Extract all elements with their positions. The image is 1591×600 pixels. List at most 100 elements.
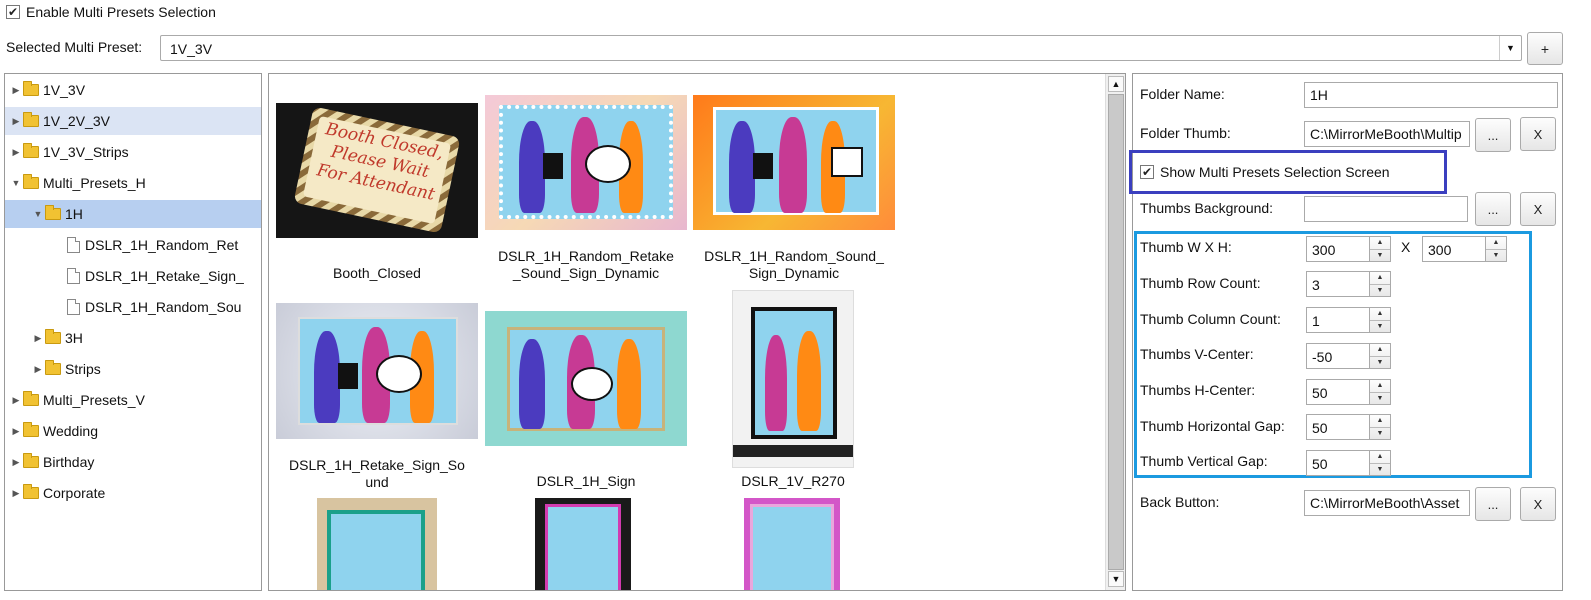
collapsed-arrow-icon[interactable]: ▶	[11, 457, 21, 468]
thumbnail-booth-closed[interactable]: Booth Closed, Please Wait For Attendant	[276, 103, 478, 238]
collapsed-arrow-icon[interactable]: ▶	[11, 147, 21, 158]
enable-multi-presets-label: Enable Multi Presets Selection	[26, 4, 216, 20]
expanded-arrow-icon[interactable]: ▼	[11, 178, 21, 188]
back-button-input[interactable]: C:\MirrorMeBooth\Asset	[1304, 490, 1470, 516]
folder-thumb-clear-button[interactable]: X	[1520, 117, 1556, 151]
thumbnail-retake-sign-sound[interactable]	[276, 303, 478, 439]
show-selection-row[interactable]: ✔ Show Multi Presets Selection Screen	[1140, 164, 1390, 180]
tree-file-item[interactable]: DSLR_1H_Random_Sou	[5, 293, 261, 321]
tree-file-item[interactable]: DSLR_1H_Retake_Sign_	[5, 262, 261, 290]
thumbnail-caption: DSLR_1H_Sign	[536, 473, 636, 489]
thumbs-background-input[interactable]	[1304, 196, 1468, 222]
thumbs-v-center-input[interactable]: -50	[1306, 343, 1370, 369]
expanded-arrow-icon[interactable]: ▼	[33, 209, 43, 219]
tree-folder-item[interactable]: ▶ Wedding	[5, 417, 261, 445]
tree-item-label: Multi_Presets_V	[43, 392, 145, 408]
scrollbar[interactable]: ▲ ▼	[1105, 74, 1125, 590]
tree-item-label: Birthday	[43, 454, 95, 470]
selected-preset-dropdown[interactable]: 1V_3V ▼	[160, 35, 1522, 61]
tree-folder-item[interactable]: ▶ 1V_3V	[5, 76, 261, 104]
tree-folder-item[interactable]: ▶ 3H	[5, 324, 261, 352]
folder-icon	[45, 360, 61, 375]
thumbnail-partial[interactable]	[317, 498, 437, 590]
selected-preset-value: 1V_3V	[170, 41, 213, 57]
folder-thumb-input[interactable]: C:\MirrorMeBooth\Multip	[1304, 121, 1470, 147]
tree-folder-item[interactable]: ▼ Multi_Presets_H	[5, 169, 261, 197]
add-preset-button[interactable]: +	[1527, 32, 1563, 65]
thumb-height-input[interactable]: 300	[1422, 236, 1486, 262]
collapsed-arrow-icon[interactable]: ▶	[11, 488, 21, 499]
collapsed-arrow-icon[interactable]: ▶	[33, 333, 43, 344]
tree-file-item[interactable]: DSLR_1H_Random_Ret	[5, 231, 261, 259]
thumb-column-count-label: Thumb Column Count:	[1140, 311, 1281, 327]
folder-name-input[interactable]: 1H	[1304, 82, 1558, 108]
thumbnail-random-sound[interactable]	[693, 95, 895, 230]
thumbnail-random-retake[interactable]	[485, 95, 687, 230]
show-selection-checkbox[interactable]: ✔	[1140, 165, 1154, 179]
times-label: X	[1401, 239, 1411, 255]
folder-name-label: Folder Name:	[1140, 86, 1225, 102]
preset-tree[interactable]: ▶ 1V_3V ▶ 1V_2V_3V ▶ 1V_3V_Strips ▼ Multi_Prese…	[4, 73, 262, 591]
tree-folder-item[interactable]: ▶ Strips	[5, 355, 261, 383]
folder-thumb-browse-button[interactable]: ...	[1475, 118, 1511, 152]
thumbnail-partial[interactable]	[744, 498, 840, 590]
tree-item-label: DSLR_1H_Random_Ret	[85, 237, 239, 253]
thumbs-background-label: Thumbs Background:	[1140, 200, 1274, 216]
collapsed-arrow-icon[interactable]: ▶	[11, 395, 21, 406]
tree-item-label: Wedding	[43, 423, 99, 439]
thumb-width-input[interactable]: 300	[1306, 236, 1370, 262]
thumbnail-1v-r270[interactable]	[732, 290, 854, 468]
tree-item-label: Strips	[65, 361, 101, 377]
back-button-clear-button[interactable]: X	[1520, 487, 1556, 521]
thumb-horizontal-gap-stepper[interactable]: ▲ ▼	[1369, 414, 1391, 440]
collapsed-arrow-icon[interactable]: ▶	[11, 85, 21, 96]
thumbs-background-clear-button[interactable]: X	[1520, 192, 1556, 226]
thumbs-v-center-stepper[interactable]: ▲ ▼	[1369, 343, 1391, 369]
collapsed-arrow-icon[interactable]: ▶	[11, 426, 21, 437]
thumb-column-count-stepper[interactable]: ▲ ▼	[1369, 307, 1391, 333]
thumbnail-caption: DSLR_1V_R270	[741, 473, 845, 489]
selected-preset-label: Selected Multi Preset:	[6, 39, 143, 55]
thumb-vertical-gap-input[interactable]: 50	[1306, 450, 1370, 476]
thumbs-h-center-input[interactable]: 50	[1306, 379, 1370, 405]
tree-folder-item[interactable]: ▶ 1V_2V_3V	[5, 107, 261, 135]
scroll-down-icon[interactable]: ▼	[1108, 571, 1124, 587]
collapsed-arrow-icon[interactable]: ▶	[11, 116, 21, 127]
tree-folder-item[interactable]: ▶ Birthday	[5, 448, 261, 476]
folder-icon	[23, 422, 39, 437]
tree-folder-item[interactable]: ▶ Multi_Presets_V	[5, 386, 261, 414]
tree-item-label: 1V_2V_3V	[43, 113, 110, 129]
folder-icon	[23, 112, 39, 127]
thumbnail-partial[interactable]	[535, 498, 631, 590]
file-icon	[67, 299, 80, 315]
tree-folder-item[interactable]: ▼ 1H	[5, 200, 261, 228]
tree-item-label: Multi_Presets_H	[43, 175, 146, 191]
thumb-wxh-label: Thumb W X H:	[1140, 239, 1232, 255]
collapsed-arrow-icon[interactable]: ▶	[33, 364, 43, 375]
thumb-height-stepper[interactable]: ▲ ▼	[1485, 236, 1507, 262]
scroll-up-icon[interactable]: ▲	[1108, 76, 1124, 92]
tree-item-label: DSLR_1H_Retake_Sign_	[85, 268, 244, 284]
chevron-down-icon[interactable]: ▼	[1499, 36, 1521, 60]
back-button-browse-button[interactable]: ...	[1475, 487, 1511, 521]
thumbnail-caption: DSLR_1H_Random_Retake _Sound_Sign_Dynami…	[498, 248, 674, 281]
thumbnail-caption: DSLR_1H_Retake_Sign_So und	[289, 457, 465, 490]
tree-item-label: 1V_3V_Strips	[43, 144, 129, 160]
tree-folder-item[interactable]: ▶ 1V_3V_Strips	[5, 138, 261, 166]
thumbnail-sign[interactable]	[485, 311, 687, 446]
thumbs-h-center-stepper[interactable]: ▲ ▼	[1369, 379, 1391, 405]
tree-item-label: DSLR_1H_Random_Sou	[85, 299, 242, 315]
enable-multi-presets-checkbox[interactable]: ✔	[6, 5, 20, 19]
thumb-horizontal-gap-input[interactable]: 50	[1306, 414, 1370, 440]
thumb-row-count-input[interactable]: 3	[1306, 271, 1370, 297]
enable-multi-presets-row[interactable]: ✔ Enable Multi Presets Selection	[6, 4, 216, 20]
thumb-width-stepper[interactable]: ▲ ▼	[1369, 236, 1391, 262]
folder-icon	[23, 143, 39, 158]
tree-folder-item[interactable]: ▶ Corporate	[5, 479, 261, 507]
scrollbar-thumb[interactable]	[1108, 94, 1124, 570]
thumb-column-count-input[interactable]: 1	[1306, 307, 1370, 333]
thumbs-background-browse-button[interactable]: ...	[1475, 192, 1511, 226]
thumb-row-count-stepper[interactable]: ▲ ▼	[1369, 271, 1391, 297]
thumb-vertical-gap-stepper[interactable]: ▲ ▼	[1369, 450, 1391, 476]
thumbnail-grid[interactable]: Booth Closed, Please Wait For Attendant …	[268, 73, 1126, 591]
